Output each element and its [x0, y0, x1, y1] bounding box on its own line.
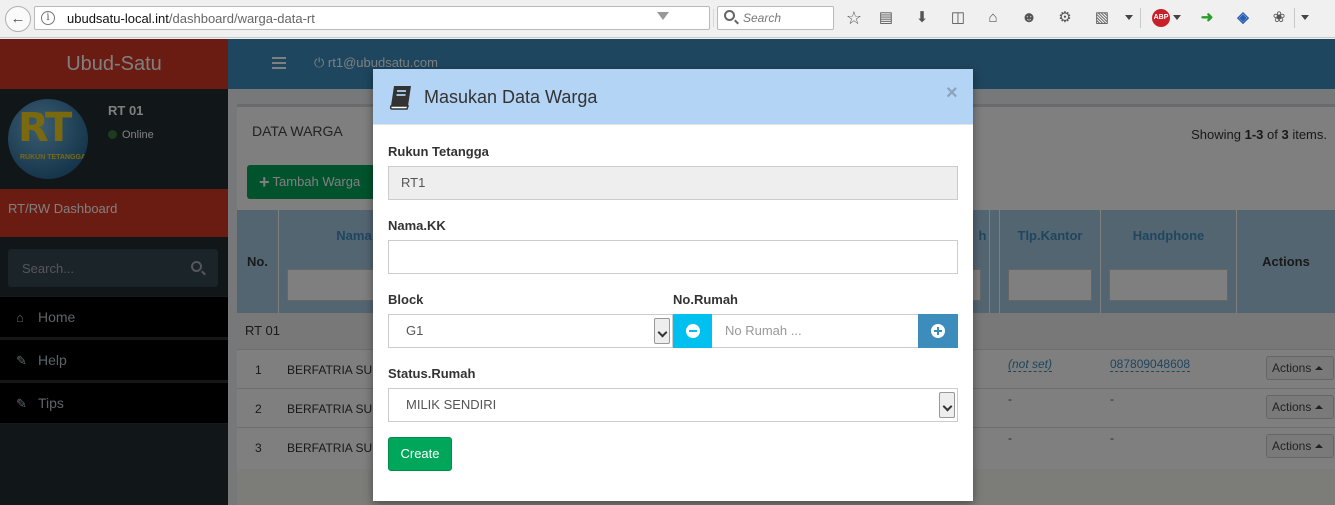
- browser-toolbar: ← i ubudsatu-local.int/dashboard/warga-d…: [0, 0, 1335, 38]
- browser-search-placeholder: Search: [743, 11, 782, 25]
- url-host: ubudsatu-local.int: [67, 11, 169, 26]
- status-rumah-select[interactable]: MILIK SENDIRI: [388, 388, 958, 422]
- chevron-down-icon[interactable]: [1173, 15, 1181, 20]
- norumah-input[interactable]: No Rumah ...: [712, 314, 918, 348]
- decrement-button[interactable]: [673, 314, 712, 348]
- emoji-icon[interactable]: ☻: [1020, 9, 1038, 27]
- divider: [713, 9, 714, 27]
- home-icon[interactable]: ⌂: [984, 9, 1002, 27]
- chevron-down-icon[interactable]: [939, 392, 955, 418]
- block-select[interactable]: G1: [388, 314, 673, 348]
- rt-label: Rukun Tetangga: [388, 144, 489, 159]
- modal-title: Masukan Data Warga: [424, 87, 598, 107]
- divider: [1294, 8, 1295, 28]
- create-button[interactable]: Create: [388, 437, 452, 471]
- adblock-icon[interactable]: ABP: [1152, 9, 1170, 27]
- menu-icon[interactable]: [1301, 15, 1309, 20]
- nama-kk-input[interactable]: [388, 240, 958, 274]
- close-icon[interactable]: ×: [946, 82, 958, 105]
- modal-header: Masukan Data Warga ×: [373, 69, 973, 125]
- divider: [1140, 8, 1141, 28]
- increment-button[interactable]: [918, 314, 958, 348]
- block-value: G1: [406, 323, 424, 338]
- url-text[interactable]: ubudsatu-local.int/dashboard/warga-data-…: [67, 11, 315, 26]
- url-bar[interactable]: i ubudsatu-local.int/dashboard/warga-dat…: [34, 6, 734, 30]
- book-icon: [389, 86, 411, 110]
- pocket-icon[interactable]: ◫: [949, 9, 967, 27]
- extension-icon[interactable]: ⚙: [1056, 9, 1074, 27]
- status-value: MILIK SENDIRI: [406, 397, 497, 412]
- back-arrow-icon[interactable]: ←: [5, 6, 31, 32]
- reading-list-icon[interactable]: ▤: [877, 9, 895, 27]
- app-icon[interactable]: ➜: [1198, 9, 1216, 27]
- block-label: Block: [388, 292, 424, 307]
- modal-dialog: Masukan Data Warga × Rukun Tetangga RT1 …: [373, 69, 973, 501]
- plus-icon: [931, 324, 945, 338]
- browser-search-input[interactable]: Search: [717, 6, 834, 30]
- chevron-down-icon[interactable]: [657, 12, 669, 20]
- download-icon[interactable]: ⬇: [913, 9, 931, 27]
- chevron-down-icon[interactable]: [654, 318, 670, 344]
- minus-icon: [686, 324, 700, 338]
- norumah-label: No.Rumah: [673, 292, 738, 307]
- kk-label: Nama.KK: [388, 218, 446, 233]
- bug-icon[interactable]: ❀: [1270, 9, 1288, 27]
- info-icon[interactable]: i: [41, 11, 55, 25]
- clipboard-icon[interactable]: ▧: [1093, 9, 1111, 27]
- search-icon: [724, 10, 735, 21]
- url-path: /dashboard/warga-data-rt: [168, 11, 315, 26]
- translate-icon[interactable]: ◈: [1234, 9, 1252, 27]
- rt-field[interactable]: RT1: [388, 166, 958, 200]
- chevron-down-icon[interactable]: [1125, 15, 1133, 20]
- status-label: Status.Rumah: [388, 366, 476, 381]
- star-icon[interactable]: ☆: [845, 9, 863, 27]
